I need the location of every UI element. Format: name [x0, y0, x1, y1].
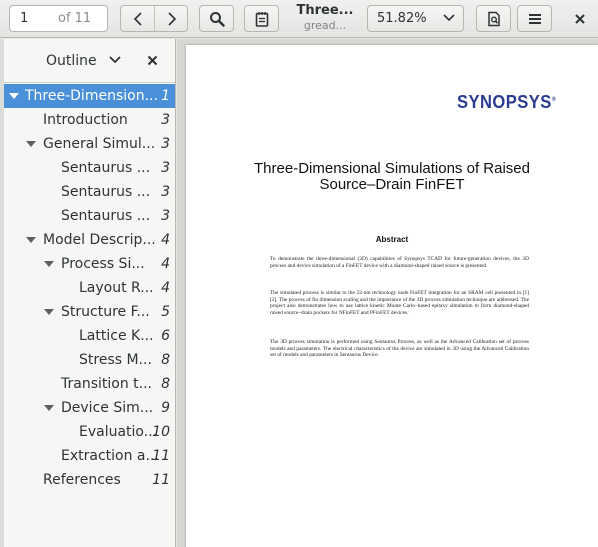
outline-item-label: Transition t...	[61, 376, 152, 392]
outline-item-page: 3	[161, 112, 170, 128]
menu-button[interactable]	[517, 5, 552, 32]
outline-item-label: General Simul...	[43, 136, 156, 152]
outline-item-label: Introduction	[43, 112, 128, 128]
document-view[interactable]: SYNOPSYS® Three-Dimensional Simulations …	[177, 39, 598, 547]
abstract-paragraph: To demonstrate the three-dimensional (3D…	[270, 256, 529, 269]
chevron-left-icon	[133, 11, 142, 26]
outline-item-label: Three-Dimension...	[25, 88, 158, 104]
page-count-label: of 11	[51, 5, 108, 32]
page-title-line: Source–Drain FinFET	[319, 176, 465, 193]
outline-item[interactable]: Sentaurus ... 3	[4, 180, 175, 204]
outline-item-label: Device Sim...	[61, 400, 154, 416]
outline-item-label: Process Si...	[61, 256, 145, 272]
outline-item-page: 3	[161, 160, 170, 176]
close-sidebar-icon[interactable]	[147, 55, 158, 66]
page-title-line: Three-Dimensional Simulations of Raised	[254, 160, 530, 177]
sidebar-header: Outline	[4, 39, 175, 83]
hamburger-menu-icon	[528, 13, 541, 24]
outline-item-page: 8	[161, 352, 170, 368]
chevron-down-icon[interactable]	[109, 56, 121, 64]
outline-item-page: 9	[161, 400, 170, 416]
outline-item-label: Sentaurus ...	[61, 160, 151, 176]
next-page-button[interactable]	[155, 6, 188, 31]
expander-triangle-icon[interactable]	[26, 237, 36, 243]
outline-item-page: 1	[161, 88, 170, 104]
outline-item[interactable]: Three-Dimension... 1	[4, 84, 175, 108]
zoom-value: 51.82%	[377, 11, 427, 26]
outline-item[interactable]: Extraction a... 11	[4, 444, 175, 468]
zoom-selector[interactable]: 51.82%	[367, 5, 464, 32]
expander-triangle-icon[interactable]	[26, 141, 36, 147]
outline-item-label: References	[43, 472, 121, 488]
print-preview-button[interactable]	[476, 5, 511, 32]
outline-item[interactable]: Introduction 3	[4, 108, 175, 132]
outline-item-page: 4	[161, 280, 170, 296]
outline-item-page: 4	[161, 256, 170, 272]
outline-item-label: Extraction a...	[61, 448, 159, 464]
outline-item[interactable]: References 11	[4, 468, 175, 492]
chevron-right-icon	[167, 11, 176, 26]
chevron-down-icon	[443, 14, 455, 22]
outline-tree: Three-Dimension... 1 Introduction 3 General …	[4, 84, 175, 492]
outline-item-label: Structure F...	[61, 304, 150, 320]
outline-item[interactable]: Device Sim... 9	[4, 396, 175, 420]
search-button[interactable]	[199, 5, 234, 32]
notepad-icon	[255, 11, 268, 27]
outline-item-page: 4	[161, 232, 170, 248]
expander-triangle-icon[interactable]	[44, 261, 54, 267]
outline-item-label: Stress M...	[79, 352, 152, 368]
outline-item-page: 11	[152, 448, 170, 464]
outline-item-label: Sentaurus ...	[61, 184, 151, 200]
outline-item-label: Evaluatio...	[79, 424, 158, 440]
outline-item-page: 10	[152, 424, 170, 440]
annotations-button[interactable]	[244, 5, 279, 32]
previous-page-button[interactable]	[121, 6, 154, 31]
outline-item[interactable]: Transition t... 8	[4, 372, 175, 396]
outline-item-page: 11	[152, 472, 170, 488]
search-icon	[209, 11, 225, 27]
close-window-icon[interactable]	[571, 10, 589, 28]
outline-item-label: Sentaurus ...	[61, 208, 151, 224]
outline-item-page: 3	[161, 208, 170, 224]
outline-item-page: 3	[161, 136, 170, 152]
abstract-paragraph: The 3D process simulation is performed u…	[270, 339, 529, 359]
expander-triangle-icon[interactable]	[44, 405, 54, 411]
sidebar: Outline Three-Dimension... 1 Introduction 3…	[0, 39, 176, 547]
outline-item[interactable]: Model Descrip... 4	[4, 228, 175, 252]
outline-item[interactable]: General Simul... 3	[4, 132, 175, 156]
synopsys-logo: SYNOPSYS®	[457, 92, 557, 112]
page-number-input[interactable]: 1	[9, 5, 51, 32]
outline-item[interactable]: Evaluatio... 10	[4, 420, 175, 444]
document-page: SYNOPSYS® Three-Dimensional Simulations …	[186, 45, 598, 547]
outline-item-label: Layout R...	[79, 280, 154, 296]
outline-item-page: 5	[161, 304, 170, 320]
abstract-heading: Abstract	[375, 235, 409, 244]
outline-item-page: 6	[161, 328, 170, 344]
header-bar: 1 of 11 Three... gread... 51.82%	[0, 0, 598, 38]
abstract-paragraph: The simulated process is similar to the …	[270, 290, 529, 317]
outline-item-label: Lattice K...	[79, 328, 154, 344]
outline-item[interactable]: Process Si... 4	[4, 252, 175, 276]
expander-triangle-icon[interactable]	[9, 93, 19, 99]
document-title-block: Three... gread...	[292, 2, 358, 33]
outline-item[interactable]: Sentaurus ... 3	[4, 156, 175, 180]
document-title: Three...	[296, 3, 354, 18]
outline-item[interactable]: Layout R... 4	[4, 276, 175, 300]
page-navigation	[120, 5, 188, 32]
sidebar-title[interactable]: Outline	[46, 53, 97, 69]
outline-item[interactable]: Sentaurus ... 3	[4, 204, 175, 228]
outline-item-page: 8	[161, 376, 170, 392]
document-subtitle: gread...	[303, 19, 347, 32]
outline-item[interactable]: Stress M... 8	[4, 348, 175, 372]
document-search-icon	[487, 11, 500, 26]
outline-item-page: 3	[161, 184, 170, 200]
outline-item[interactable]: Structure F... 5	[4, 300, 175, 324]
page-title: Three-Dimensional Simulations of Raised …	[186, 161, 598, 193]
expander-triangle-icon[interactable]	[44, 309, 54, 315]
outline-item-label: Model Descrip...	[43, 232, 156, 248]
outline-item[interactable]: Lattice K... 6	[4, 324, 175, 348]
